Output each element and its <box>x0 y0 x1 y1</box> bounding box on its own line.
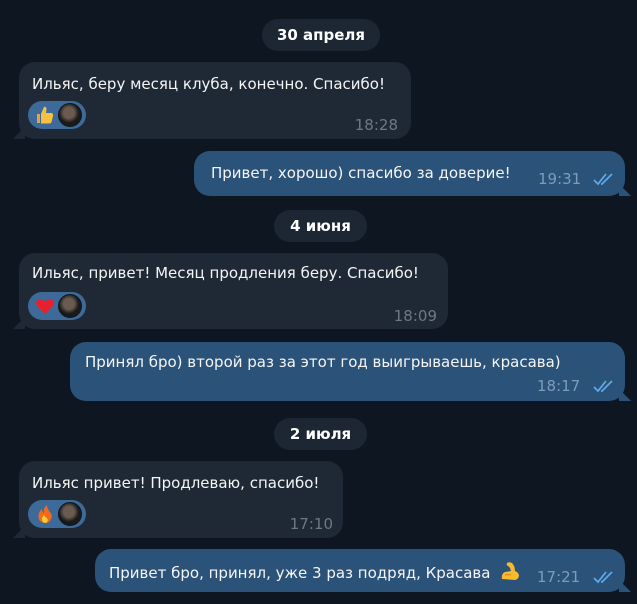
outgoing-message[interactable]: Привет, хорошо) спасибо за доверие! 19:3… <box>194 151 625 196</box>
read-checkmarks-icon <box>593 380 613 393</box>
avatar <box>58 294 82 318</box>
date-separator: 4 июня <box>274 210 367 242</box>
heart-icon <box>34 295 56 317</box>
date-label: 30 апреля <box>276 26 366 44</box>
avatar <box>58 502 82 526</box>
read-checkmarks-icon <box>593 173 613 186</box>
message-text: Ильяс, привет! Месяц продления беру. Спа… <box>32 264 419 282</box>
incoming-message[interactable]: Ильяс, привет! Месяц продления беру. Спа… <box>19 253 448 329</box>
message-time: 18:09 <box>393 307 437 325</box>
message-text: Принял бро) второй раз за этот год выигр… <box>85 353 561 371</box>
message-time: 17:10 <box>289 515 333 533</box>
incoming-message[interactable]: Ильяс привет! Продлеваю, спасибо! 17:10 <box>19 461 343 538</box>
date-separator: 30 апреля <box>262 19 380 51</box>
read-checkmarks-icon <box>593 571 613 584</box>
message-text: Привет бро, принял, уже 3 раз подряд, Кр… <box>109 564 491 582</box>
date-label: 2 июля <box>289 425 352 443</box>
message-time: 18:17 <box>537 377 581 395</box>
flexed-biceps-icon <box>499 560 521 582</box>
message-time: 19:31 <box>538 170 582 188</box>
message-text: Привет, хорошо) спасибо за доверие! <box>211 164 511 182</box>
reaction-badge[interactable] <box>28 500 86 528</box>
fire-icon <box>34 503 56 525</box>
outgoing-message[interactable]: Привет бро, принял, уже 3 раз подряд, Кр… <box>95 549 625 592</box>
message-time: 17:21 <box>537 568 581 586</box>
outgoing-message[interactable]: Принял бро) второй раз за этот год выигр… <box>70 342 625 401</box>
reaction-badge[interactable] <box>28 101 86 129</box>
avatar <box>58 103 82 127</box>
reaction-badge[interactable] <box>28 292 86 320</box>
message-text: Ильяс привет! Продлеваю, спасибо! <box>32 474 320 492</box>
date-label: 4 июня <box>290 217 351 235</box>
message-text: Ильяс, беру месяц клуба, конечно. Спасиб… <box>32 75 385 93</box>
date-separator: 2 июля <box>274 418 367 450</box>
thumbs-up-icon <box>34 104 56 126</box>
incoming-message[interactable]: Ильяс, беру месяц клуба, конечно. Спасиб… <box>19 62 411 139</box>
message-time: 18:28 <box>354 116 398 134</box>
